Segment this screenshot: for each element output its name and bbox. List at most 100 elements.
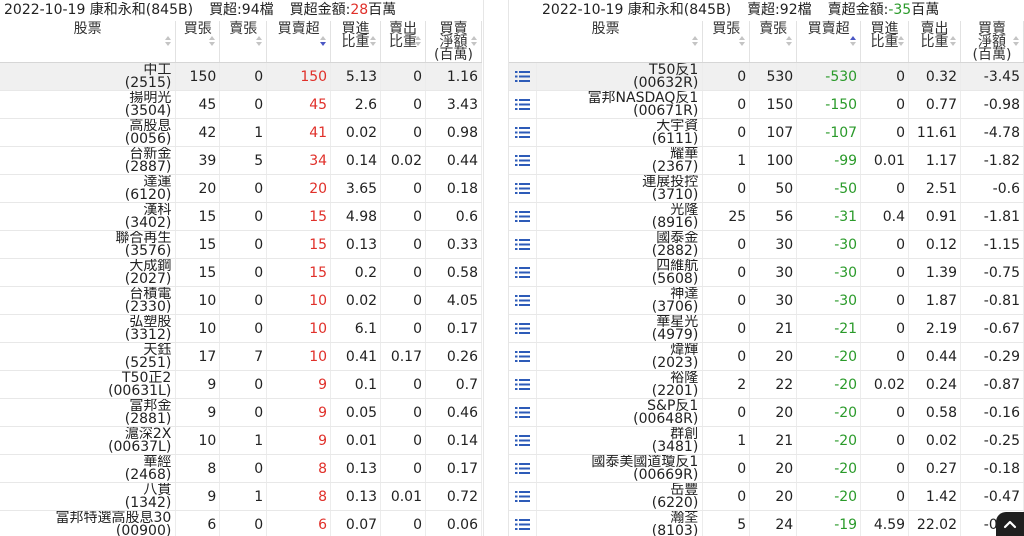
stock-cell[interactable]: 富邦特選高股息30 (00900) (0, 510, 177, 536)
stock-cell[interactable]: 富邦金 (2881) (0, 398, 177, 427)
col-buy-ratio[interactable]: 買進 比重 (860, 21, 910, 63)
row-menu-cell[interactable] (509, 426, 538, 455)
list-icon[interactable] (515, 350, 531, 363)
stock-cell[interactable]: 弘塑股 (3312) (0, 314, 177, 343)
list-icon[interactable] (515, 182, 531, 195)
stock-cell[interactable]: 富邦NASDAQ反1 (00671R) (536, 90, 704, 119)
stock-cell[interactable]: 四維航 (5608) (536, 258, 704, 287)
table-row[interactable]: 華經 (2468) 8 0 8 0.13 0 0.17 (0, 454, 482, 483)
table-row[interactable]: 耀華 (2367) 1 100 -99 0.01 1.17 -1.82 (509, 146, 1024, 175)
table-row[interactable]: 富邦NASDAQ反1 (00671R) 0 150 -150 0 0.77 -0.98 (509, 90, 1024, 119)
list-icon[interactable] (515, 98, 531, 111)
row-menu-cell[interactable] (509, 370, 538, 399)
stock-cell[interactable]: 大宇資 (6111) (536, 118, 704, 147)
list-icon[interactable] (515, 462, 531, 475)
col-sell-ratio[interactable]: 賣出 比重 (908, 21, 961, 63)
stock-cell[interactable]: 光隆 (8916) (536, 202, 704, 231)
list-icon[interactable] (515, 294, 531, 307)
col-net-amount[interactable]: 買賣 淨額 (百萬) (425, 21, 482, 63)
row-menu-cell[interactable] (509, 230, 538, 259)
stock-cell[interactable]: 天鈺 (5251) (0, 342, 177, 371)
stock-cell[interactable]: 華經 (2468) (0, 454, 177, 483)
table-row[interactable]: 聯合再生 (3576) 15 0 15 0.13 0 0.33 (0, 230, 482, 259)
col-buy-lots[interactable]: 買張 (702, 21, 751, 63)
stock-cell[interactable]: 達運 (6120) (0, 174, 177, 203)
row-menu-cell[interactable] (509, 118, 538, 147)
stock-cell[interactable]: 華星光 (4979) (536, 314, 704, 343)
row-menu-cell[interactable] (509, 342, 538, 371)
col-sell-lots[interactable]: 賣張 (749, 21, 798, 63)
row-menu-cell[interactable] (509, 146, 538, 175)
row-menu-cell[interactable] (509, 510, 538, 536)
table-row[interactable]: 國泰美國道瓊反1 (00669R) 0 20 -20 0 0.27 -0.18 (509, 454, 1024, 483)
stock-cell[interactable]: 八貫 (1342) (0, 482, 177, 511)
stock-cell[interactable]: 聯合再生 (3576) (0, 230, 177, 259)
table-row[interactable]: 大宇資 (6111) 0 107 -107 0 11.61 -4.78 (509, 118, 1024, 147)
stock-cell[interactable]: 漢科 (3402) (0, 202, 177, 231)
col-net-lots[interactable]: 買賣超 (796, 21, 862, 63)
list-icon[interactable] (515, 210, 531, 223)
stock-cell[interactable]: 台積電 (2330) (0, 286, 177, 315)
list-icon[interactable] (515, 126, 531, 139)
col-buy-lots[interactable]: 買張 (175, 21, 221, 63)
table-row[interactable]: T50反1 (00632R) 0 530 -530 0 0.32 -3.45 (509, 62, 1024, 91)
stock-cell[interactable]: 瀚荃 (8103) (536, 510, 704, 536)
table-row[interactable]: 天鈺 (5251) 17 7 10 0.41 0.17 0.26 (0, 342, 482, 371)
col-stock[interactable]: 股票 (0, 21, 177, 63)
table-row[interactable]: 大成鋼 (2027) 15 0 15 0.2 0 0.58 (0, 258, 482, 287)
list-icon[interactable] (515, 266, 531, 279)
col-net-lots[interactable]: 買賣超 (266, 21, 332, 63)
list-icon[interactable] (515, 70, 531, 83)
row-menu-cell[interactable] (509, 258, 538, 287)
list-icon[interactable] (515, 406, 531, 419)
table-row[interactable]: 揚明光 (3504) 45 0 45 2.6 0 3.43 (0, 90, 482, 119)
stock-cell[interactable]: T50正2 (00631L) (0, 370, 177, 399)
table-row[interactable]: 台新金 (2887) 39 5 34 0.14 0.02 0.44 (0, 146, 482, 175)
table-row[interactable]: 光隆 (8916) 25 56 -31 0.4 0.91 -1.81 (509, 202, 1024, 231)
row-menu-cell[interactable] (509, 90, 538, 119)
table-row[interactable]: 富邦特選高股息30 (00900) 6 0 6 0.07 0 0.06 (0, 510, 482, 536)
list-icon[interactable] (515, 378, 531, 391)
stock-cell[interactable]: 大成鋼 (2027) (0, 258, 177, 287)
stock-cell[interactable]: 國泰金 (2882) (536, 230, 704, 259)
table-row[interactable]: 漢科 (3402) 15 0 15 4.98 0 0.6 (0, 202, 482, 231)
stock-cell[interactable]: 連展投控 (3710) (536, 174, 704, 203)
row-menu-cell[interactable] (509, 482, 538, 511)
table-row[interactable]: 台積電 (2330) 10 0 10 0.02 0 4.05 (0, 286, 482, 315)
stock-cell[interactable]: 裕隆 (2201) (536, 370, 704, 399)
row-menu-cell[interactable] (509, 314, 538, 343)
col-sell-ratio[interactable]: 賣出 比重 (380, 21, 426, 63)
col-stock[interactable]: 股票 (509, 21, 704, 63)
table-row[interactable]: 中工 (2515) 150 0 150 5.13 0 1.16 (0, 62, 482, 91)
table-row[interactable]: 滬深2X (00637L) 10 1 9 0.01 0 0.14 (0, 426, 482, 455)
stock-cell[interactable]: 國泰美國道瓊反1 (00669R) (536, 454, 704, 483)
table-row[interactable]: 神達 (3706) 0 30 -30 0 1.87 -0.81 (509, 286, 1024, 315)
table-row[interactable]: T50正2 (00631L) 9 0 9 0.1 0 0.7 (0, 370, 482, 399)
row-menu-cell[interactable] (509, 286, 538, 315)
stock-cell[interactable]: 耀華 (2367) (536, 146, 704, 175)
stock-cell[interactable]: 揚明光 (3504) (0, 90, 177, 119)
table-row[interactable]: 群創 (3481) 1 21 -20 0 0.02 -0.25 (509, 426, 1024, 455)
col-buy-ratio[interactable]: 買進 比重 (330, 21, 382, 63)
table-row[interactable]: 富邦金 (2881) 9 0 9 0.05 0 0.46 (0, 398, 482, 427)
table-row[interactable]: 煒輝 (2023) 0 20 -20 0 0.44 -0.29 (509, 342, 1024, 371)
row-menu-cell[interactable] (509, 62, 538, 91)
table-row[interactable]: 連展投控 (3710) 0 50 -50 0 2.51 -0.6 (509, 174, 1024, 203)
stock-cell[interactable]: 群創 (3481) (536, 426, 704, 455)
stock-cell[interactable]: 神達 (3706) (536, 286, 704, 315)
stock-cell[interactable]: 煒輝 (2023) (536, 342, 704, 371)
row-menu-cell[interactable] (509, 398, 538, 427)
scroll-to-top-button[interactable] (996, 512, 1024, 536)
row-menu-cell[interactable] (509, 454, 538, 483)
row-menu-cell[interactable] (509, 202, 538, 231)
stock-cell[interactable]: 高股息 (0056) (0, 118, 177, 147)
col-net-amount[interactable]: 買賣 淨額 (百萬) (960, 21, 1024, 63)
table-row[interactable]: 裕隆 (2201) 2 22 -20 0.02 0.24 -0.87 (509, 370, 1024, 399)
table-row[interactable]: 達運 (6120) 20 0 20 3.65 0 0.18 (0, 174, 482, 203)
table-row[interactable]: 華星光 (4979) 0 21 -21 0 2.19 -0.67 (509, 314, 1024, 343)
list-icon[interactable] (515, 238, 531, 251)
col-sell-lots[interactable]: 賣張 (219, 21, 268, 63)
stock-cell[interactable]: 岳豐 (6220) (536, 482, 704, 511)
table-row[interactable]: S&P反1 (00648R) 0 20 -20 0 0.58 -0.16 (509, 398, 1024, 427)
table-row[interactable]: 國泰金 (2882) 0 30 -30 0 0.12 -1.15 (509, 230, 1024, 259)
